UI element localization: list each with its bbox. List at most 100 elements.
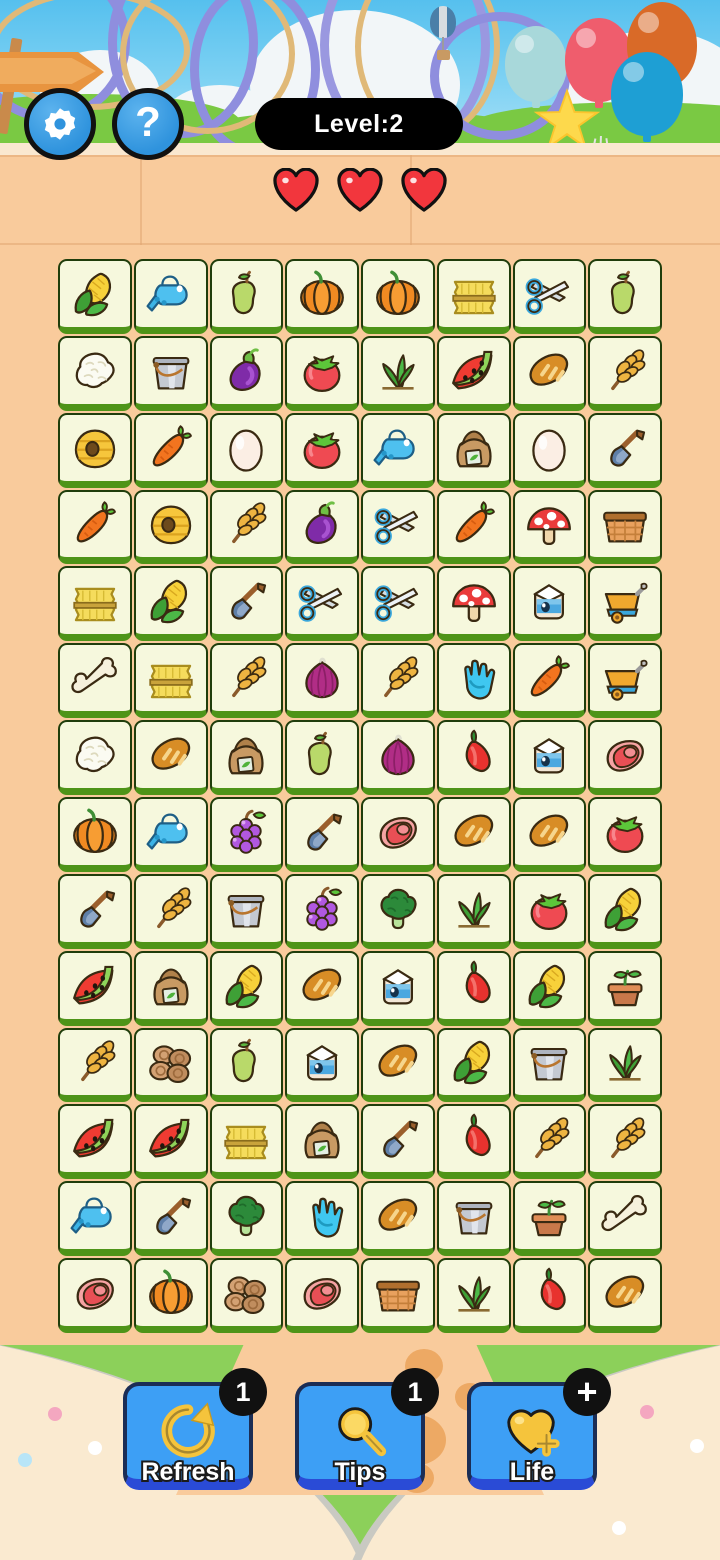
- tile-meat[interactable]: [58, 1258, 132, 1333]
- tile-pumpkin[interactable]: [58, 796, 132, 872]
- tile-corn[interactable]: [512, 950, 587, 1026]
- tile-bucket[interactable]: [436, 1181, 511, 1257]
- tile-beehive[interactable]: [58, 412, 132, 488]
- tile-eggplant[interactable]: [285, 489, 359, 565]
- tile-scissors[interactable]: [512, 259, 587, 334]
- tile-wheat[interactable]: [209, 489, 284, 565]
- bottom-toolbar[interactable]: Refresh 1 Tips 1 Life +: [0, 1368, 720, 1490]
- tile-watering-can[interactable]: [133, 259, 208, 334]
- tile-logs[interactable]: [133, 1027, 208, 1103]
- tile-carrot[interactable]: [58, 489, 132, 565]
- tile-egg[interactable]: [512, 412, 587, 488]
- tile-grass[interactable]: [588, 1027, 662, 1103]
- tile-bread[interactable]: [361, 1027, 435, 1103]
- tile-meat[interactable]: [588, 720, 662, 795]
- tile-wheelbarrow[interactable]: [588, 566, 662, 642]
- tile-wheat[interactable]: [209, 643, 284, 719]
- tile-corn[interactable]: [58, 259, 132, 334]
- tile-grapes[interactable]: [285, 873, 359, 949]
- tile-pumpkin[interactable]: [133, 1258, 208, 1333]
- tile-tomato[interactable]: [588, 796, 662, 872]
- tile-onion[interactable]: [285, 643, 359, 719]
- tile-logs[interactable]: [209, 1258, 284, 1333]
- life-badge[interactable]: +: [563, 1368, 611, 1416]
- tile-bread[interactable]: [133, 720, 208, 795]
- tile-bucket[interactable]: [209, 873, 284, 949]
- tile-wheat[interactable]: [361, 643, 435, 719]
- tile-eggplant[interactable]: [209, 335, 284, 411]
- tile-bone[interactable]: [588, 1181, 662, 1257]
- tile-milk[interactable]: [512, 720, 587, 795]
- tile-broccoli[interactable]: [361, 873, 435, 949]
- tile-bread[interactable]: [436, 796, 511, 872]
- tile-scissors[interactable]: [361, 566, 435, 642]
- tile-wheat[interactable]: [588, 335, 662, 411]
- settings-button[interactable]: [24, 88, 96, 160]
- tile-shovel[interactable]: [209, 566, 284, 642]
- tile-watermelon[interactable]: [436, 335, 511, 411]
- tile-shovel[interactable]: [58, 873, 132, 949]
- tile-pear[interactable]: [209, 1027, 284, 1103]
- tile-bread[interactable]: [361, 1181, 435, 1257]
- tile-bucket[interactable]: [133, 335, 208, 411]
- tile-bread[interactable]: [588, 1258, 662, 1333]
- tile-bucket[interactable]: [512, 1027, 587, 1103]
- tile-wheat[interactable]: [588, 1104, 662, 1180]
- tile-shovel[interactable]: [133, 1181, 208, 1257]
- tile-pumpkin[interactable]: [285, 259, 359, 334]
- tile-hay-bale[interactable]: [58, 566, 132, 642]
- tile-seed-bag[interactable]: [436, 412, 511, 488]
- tile-watering-can[interactable]: [58, 1181, 132, 1257]
- tile-beehive[interactable]: [133, 489, 208, 565]
- tile-egg[interactable]: [209, 412, 284, 488]
- life-button[interactable]: Life +: [467, 1368, 611, 1490]
- tile-potted-plant[interactable]: [588, 950, 662, 1026]
- tile-cauliflower[interactable]: [58, 335, 132, 411]
- tile-meat[interactable]: [285, 1258, 359, 1333]
- tile-corn[interactable]: [588, 873, 662, 949]
- tile-pear[interactable]: [285, 720, 359, 795]
- tile-mushroom[interactable]: [436, 566, 511, 642]
- tips-button[interactable]: Tips 1: [295, 1368, 439, 1490]
- tile-chili[interactable]: [512, 1258, 587, 1333]
- tile-chili[interactable]: [436, 1104, 511, 1180]
- tile-corn[interactable]: [133, 566, 208, 642]
- tile-bread[interactable]: [285, 950, 359, 1026]
- tile-watermelon[interactable]: [58, 1104, 132, 1180]
- refresh-button[interactable]: Refresh 1: [123, 1368, 267, 1490]
- tile-tomato[interactable]: [512, 873, 587, 949]
- tile-grass[interactable]: [436, 873, 511, 949]
- tile-seed-bag[interactable]: [133, 950, 208, 1026]
- tile-wheat[interactable]: [512, 1104, 587, 1180]
- tile-watermelon[interactable]: [133, 1104, 208, 1180]
- tile-grass[interactable]: [361, 335, 435, 411]
- tile-tomato[interactable]: [285, 412, 359, 488]
- tile-watering-can[interactable]: [133, 796, 208, 872]
- tile-bread[interactable]: [512, 796, 587, 872]
- tile-seed-bag[interactable]: [209, 720, 284, 795]
- tile-hay-bale[interactable]: [209, 1104, 284, 1180]
- tile-watering-can[interactable]: [361, 412, 435, 488]
- tile-basket[interactable]: [588, 489, 662, 565]
- tile-glove[interactable]: [436, 643, 511, 719]
- tile-pear[interactable]: [588, 259, 662, 334]
- tile-pear[interactable]: [209, 259, 284, 334]
- tile-milk[interactable]: [285, 1027, 359, 1103]
- tile-meat[interactable]: [361, 796, 435, 872]
- tile-tomato[interactable]: [285, 335, 359, 411]
- tile-carrot[interactable]: [436, 489, 511, 565]
- tile-scissors[interactable]: [361, 489, 435, 565]
- refresh-badge[interactable]: 1: [219, 1368, 267, 1416]
- tile-mushroom[interactable]: [512, 489, 587, 565]
- tile-glove[interactable]: [285, 1181, 359, 1257]
- tile-basket[interactable]: [361, 1258, 435, 1333]
- tile-potted-plant[interactable]: [512, 1181, 587, 1257]
- tile-wheat[interactable]: [58, 1027, 132, 1103]
- tile-hay-bale[interactable]: [133, 643, 208, 719]
- tile-shovel[interactable]: [285, 796, 359, 872]
- tile-chili[interactable]: [436, 950, 511, 1026]
- tile-scissors[interactable]: [285, 566, 359, 642]
- tile-grapes[interactable]: [209, 796, 284, 872]
- tile-cauliflower[interactable]: [58, 720, 132, 795]
- tile-board[interactable]: [57, 258, 663, 1334]
